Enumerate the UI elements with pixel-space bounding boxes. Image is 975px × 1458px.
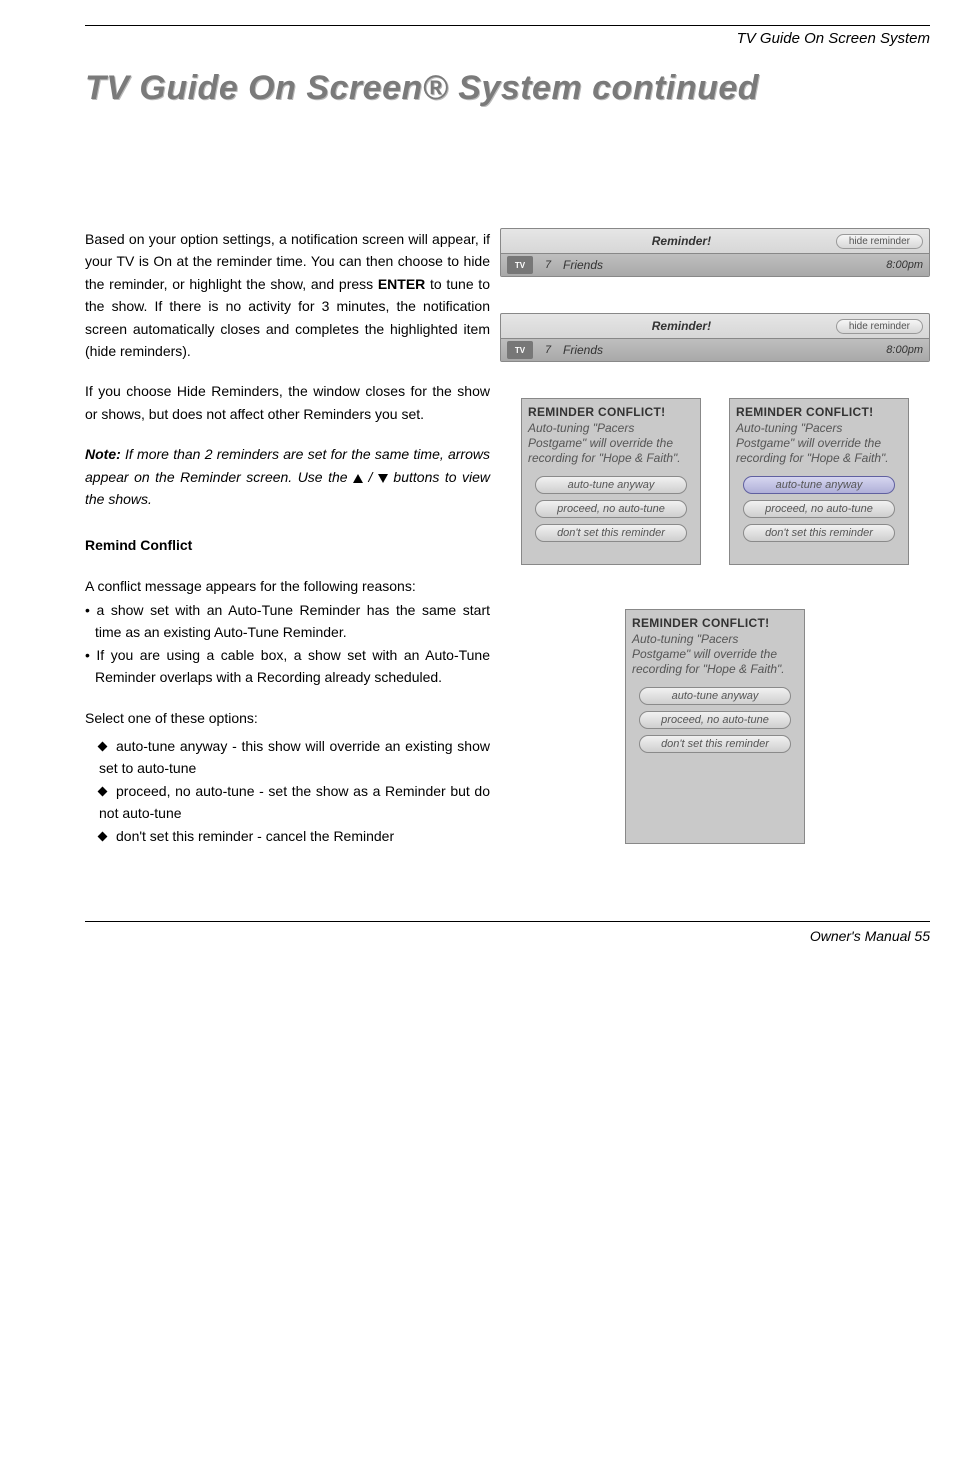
reminder-title: Reminder! (527, 319, 836, 333)
dont-set-reminder-button[interactable]: don't set this reminder (743, 524, 895, 542)
paragraph-conflict-intro: A conflict message appears for the follo… (85, 575, 490, 597)
text: don't set this reminder - cancel the Rem… (116, 828, 394, 844)
show-name: Friends (557, 258, 886, 272)
dialog-message: Auto-tuning "Pacers Postgame" will overr… (736, 421, 902, 466)
slash: / (369, 469, 378, 485)
page-footer: Owner's Manual 55 (85, 922, 930, 944)
paragraph-hide-reminders: If you choose Hide Reminders, the window… (85, 380, 490, 425)
show-name: Friends (557, 343, 886, 357)
show-time: 8:00pm (886, 344, 929, 356)
text: auto-tune anyway - this show will overri… (99, 738, 490, 776)
hide-reminder-button[interactable]: hide reminder (836, 319, 923, 334)
text: If you are using a cable box, a show set… (95, 647, 490, 685)
auto-tune-anyway-button[interactable]: auto-tune anyway (639, 687, 791, 705)
arrow-up-icon (353, 474, 363, 483)
list-item: auto-tune anyway - this show will overri… (99, 735, 490, 780)
conflict-dialog-1: REMINDER CONFLICT! Auto-tuning "Pacers P… (521, 398, 701, 565)
hide-reminder-button[interactable]: hide reminder (836, 234, 923, 249)
paragraph-select-options: Select one of these options: (85, 707, 490, 729)
dialog-message: Auto-tuning "Pacers Postgame" will overr… (528, 421, 694, 466)
show-time: 8:00pm (886, 259, 929, 271)
proceed-no-autotune-button[interactable]: proceed, no auto-tune (743, 500, 895, 518)
running-header: TV Guide On Screen System (85, 30, 930, 47)
key-enter: ENTER (378, 276, 425, 292)
text: a show set with an Auto-Tune Reminder ha… (95, 602, 490, 640)
reminder-screenshot-2: Reminder! hide reminder TV 7 Friends 8:0… (500, 313, 930, 362)
paragraph-notification: Based on your option settings, a notific… (85, 228, 490, 362)
page-title: TV Guide On Screen® System continued (85, 69, 930, 108)
reminder-screenshot-1: Reminder! hide reminder TV 7 Friends 8:0… (500, 228, 930, 277)
dialog-title: REMINDER CONFLICT! (632, 616, 798, 630)
channel-number: 7 (539, 344, 557, 356)
conflict-reasons-list: • a show set with an Auto-Tune Reminder … (85, 599, 490, 689)
conflict-dialog-3: REMINDER CONFLICT! Auto-tuning "Pacers P… (625, 609, 805, 844)
body-column: Based on your option settings, a notific… (85, 228, 490, 861)
dialog-message: Auto-tuning "Pacers Postgame" will overr… (632, 632, 798, 677)
options-list: auto-tune anyway - this show will overri… (99, 735, 490, 847)
reminder-title: Reminder! (527, 234, 836, 248)
dialog-title: REMINDER CONFLICT! (736, 405, 902, 419)
dont-set-reminder-button[interactable]: don't set this reminder (535, 524, 687, 542)
proceed-no-autotune-button[interactable]: proceed, no auto-tune (535, 500, 687, 518)
diamond-bullet-icon (98, 742, 108, 752)
list-item: • a show set with an Auto-Tune Reminder … (85, 599, 490, 644)
dialog-title: REMINDER CONFLICT! (528, 405, 694, 419)
subheading-remind-conflict: Remind Conflict (85, 534, 490, 556)
list-item: • If you are using a cable box, a show s… (85, 644, 490, 689)
dont-set-reminder-button[interactable]: don't set this reminder (639, 735, 791, 753)
diamond-bullet-icon (98, 831, 108, 841)
list-item: don't set this reminder - cancel the Rem… (99, 825, 490, 847)
auto-tune-anyway-button[interactable]: auto-tune anyway (535, 476, 687, 494)
channel-number: 7 (539, 259, 557, 271)
text: proceed, no auto-tune - set the show as … (99, 783, 490, 821)
figures-column: Reminder! hide reminder TV 7 Friends 8:0… (500, 228, 930, 861)
tvguide-logo-icon: TV (507, 256, 533, 274)
note-paragraph: Note: If more than 2 reminders are set f… (85, 443, 490, 510)
tvguide-logo-icon: TV (507, 341, 533, 359)
diamond-bullet-icon (98, 786, 108, 796)
conflict-dialog-2: REMINDER CONFLICT! Auto-tuning "Pacers P… (729, 398, 909, 565)
list-item: proceed, no auto-tune - set the show as … (99, 780, 490, 825)
arrow-down-icon (378, 474, 388, 483)
auto-tune-anyway-button[interactable]: auto-tune anyway (743, 476, 895, 494)
proceed-no-autotune-button[interactable]: proceed, no auto-tune (639, 711, 791, 729)
note-label: Note: (85, 446, 121, 462)
